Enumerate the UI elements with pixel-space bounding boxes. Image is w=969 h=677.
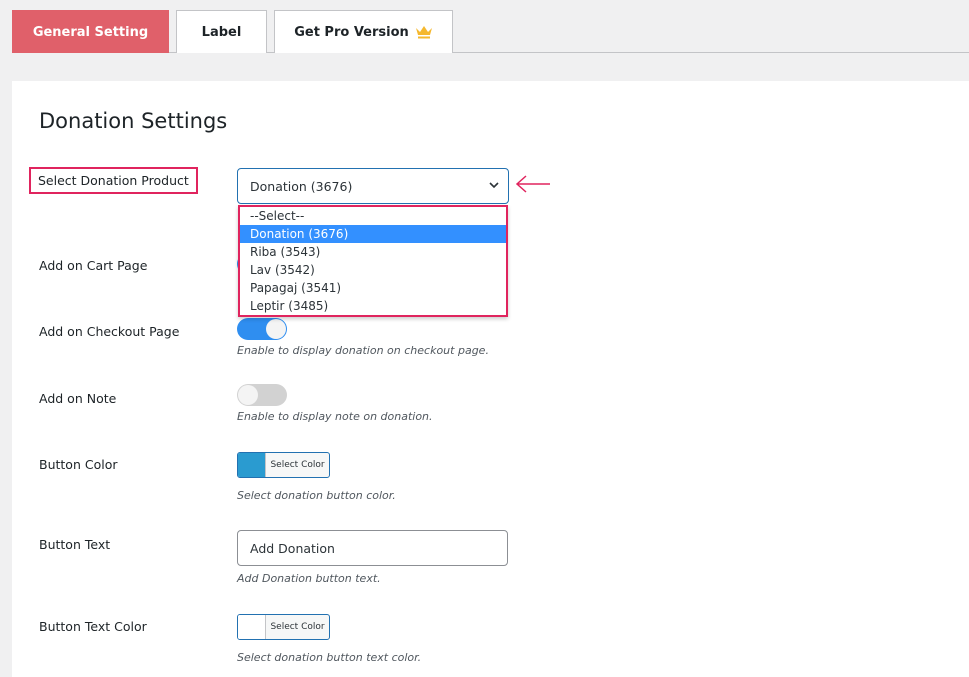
toggle-knob xyxy=(238,385,258,405)
tab-label: General Setting xyxy=(32,24,149,40)
donation-product-select[interactable]: Donation (3676) xyxy=(237,168,509,204)
toggle-knob xyxy=(266,319,286,339)
color-swatch xyxy=(238,453,266,477)
checkout-page-toggle[interactable] xyxy=(237,318,287,340)
checkout-desc: Enable to display donation on checkout p… xyxy=(237,344,489,357)
button-text-input[interactable] xyxy=(237,530,508,566)
tab-label[interactable]: Label xyxy=(176,10,267,53)
button-text-label: Button Text xyxy=(39,537,111,552)
button-text-color-picker[interactable]: Select Color xyxy=(237,614,330,640)
tab-label: Label xyxy=(201,24,242,40)
product-label: Select Donation Product xyxy=(29,167,198,194)
button-text-color-desc: Select donation button text color. xyxy=(237,651,422,664)
arrow-left-icon xyxy=(515,175,550,193)
checkout-label: Add on Checkout Page xyxy=(39,324,180,339)
crown-icon xyxy=(415,26,432,39)
select-color-text: Select Color xyxy=(270,622,325,632)
note-toggle[interactable] xyxy=(237,384,287,406)
page-title: Donation Settings xyxy=(39,109,228,133)
dropdown-option[interactable]: Leptir (3485) xyxy=(240,297,506,315)
tab-get-pro-version[interactable]: Get Pro Version xyxy=(274,10,453,53)
cart-label: Add on Cart Page xyxy=(39,258,148,273)
select-color-text: Select Color xyxy=(270,460,325,470)
settings-tabs: General Setting Label Get Pro Version xyxy=(12,10,453,53)
dropdown-option[interactable]: Riba (3543) xyxy=(240,243,506,261)
button-text-desc: Add Donation button text. xyxy=(237,572,381,585)
settings-panel: Donation Settings Select Donation Produc… xyxy=(12,81,969,677)
note-desc: Enable to display note on donation. xyxy=(237,410,433,423)
tab-label: Get Pro Version xyxy=(294,24,409,40)
select-value: Donation (3676) xyxy=(250,178,353,194)
button-color-picker[interactable]: Select Color xyxy=(237,452,330,478)
button-color-label: Button Color xyxy=(39,457,118,472)
button-color-desc: Select donation button color. xyxy=(237,489,396,502)
color-swatch xyxy=(238,615,266,639)
dropdown-option[interactable]: Papagaj (3541) xyxy=(240,279,506,297)
chevron-down-icon xyxy=(489,182,499,189)
dropdown-option[interactable]: Lav (3542) xyxy=(240,261,506,279)
dropdown-option-selected[interactable]: Donation (3676) xyxy=(240,225,506,243)
tab-general-setting[interactable]: General Setting xyxy=(12,10,169,53)
button-text-color-label: Button Text Color xyxy=(39,619,147,634)
dropdown-option[interactable]: --Select-- xyxy=(240,207,506,225)
product-dropdown-list: --Select-- Donation (3676) Riba (3543) L… xyxy=(238,205,508,317)
note-label: Add on Note xyxy=(39,391,117,406)
